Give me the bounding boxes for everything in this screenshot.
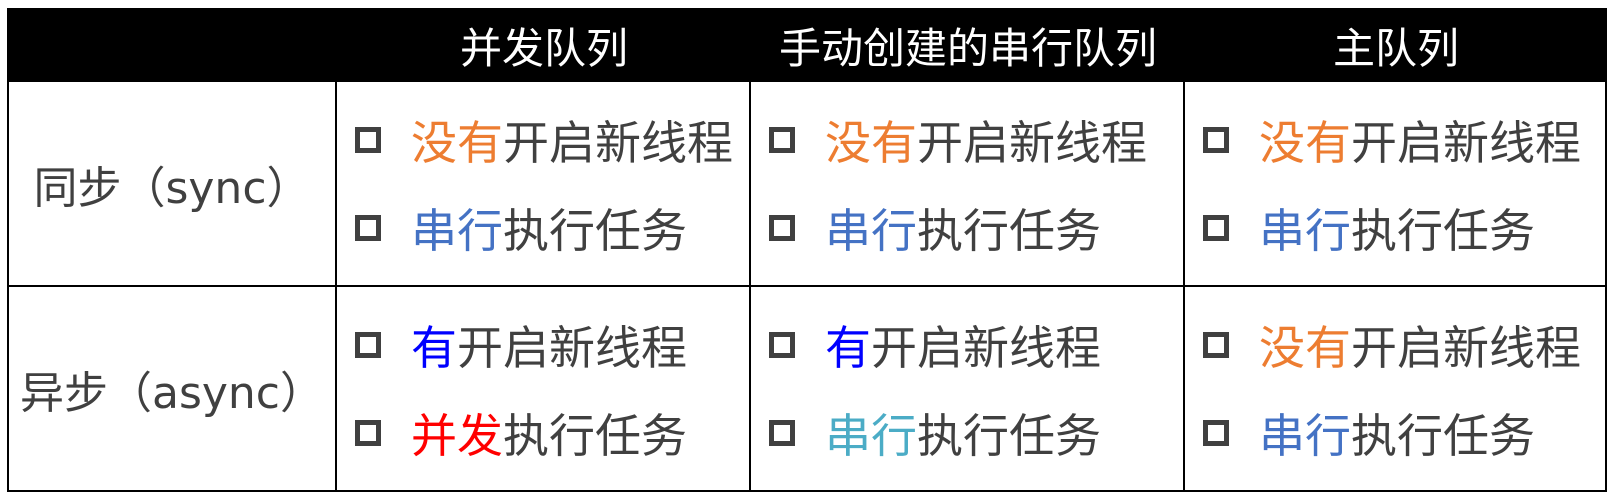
list-item: 有开启新线程 <box>355 312 749 378</box>
header-empty <box>7 8 337 82</box>
highlight-text: 没有 <box>825 115 917 170</box>
item-text: 执行任务 <box>917 203 1101 258</box>
highlight-text: 串行 <box>825 408 917 463</box>
list-item: 串行 执行任务 <box>1203 400 1605 466</box>
list-item: 串行 执行任务 <box>1203 195 1605 261</box>
item-text: 执行任务 <box>1351 408 1535 463</box>
list-item: 没有 开启新线程 <box>769 107 1183 173</box>
item-text: 开启新线程 <box>917 115 1147 170</box>
highlight-text: 没有 <box>411 115 503 170</box>
item-text: 执行任务 <box>503 408 687 463</box>
header-main-queue: 主队列 <box>1185 8 1607 82</box>
list-item: 没有 开启新线程 <box>1203 312 1605 378</box>
item-text: 开启新线程 <box>1351 320 1581 375</box>
square-bullet-icon <box>1203 126 1229 153</box>
header-concurrent-queue: 并发队列 <box>337 8 751 82</box>
list-item: 有开启新线程 <box>769 312 1183 378</box>
square-bullet-icon <box>355 126 381 153</box>
square-bullet-icon <box>355 419 381 446</box>
highlight-text: 没有 <box>1259 115 1351 170</box>
square-bullet-icon <box>1203 214 1229 241</box>
square-bullet-icon <box>769 419 795 446</box>
square-bullet-icon <box>355 331 381 358</box>
item-text: 执行任务 <box>503 203 687 258</box>
header-manual-serial-queue: 手动创建的串行队列 <box>751 8 1185 82</box>
list-item: 串行 执行任务 <box>355 195 749 261</box>
cell-async-main: 没有 开启新线程 串行 执行任务 <box>1185 287 1607 492</box>
list-item: 串行 执行任务 <box>769 400 1183 466</box>
item-text: 开启新线程 <box>503 115 733 170</box>
list-item: 并发 执行任务 <box>355 400 749 466</box>
item-text: 执行任务 <box>917 408 1101 463</box>
cell-sync-concurrent: 没有 开启新线程 串行 执行任务 <box>337 82 751 287</box>
square-bullet-icon <box>1203 331 1229 358</box>
cell-sync-manual-serial: 没有 开启新线程 串行 执行任务 <box>751 82 1185 287</box>
square-bullet-icon <box>769 331 795 358</box>
item-text: 开启新线程 <box>1351 115 1581 170</box>
square-bullet-icon <box>1203 419 1229 446</box>
comparison-table: 并发队列 手动创建的串行队列 主队列 同步（sync） 没有 开启新线程 串行 执行… <box>7 8 1607 492</box>
item-text: 开启新线程 <box>871 320 1101 375</box>
item-text: 开启新线程 <box>457 320 687 375</box>
highlight-text: 串行 <box>411 203 503 258</box>
square-bullet-icon <box>355 214 381 241</box>
item-text: 执行任务 <box>1351 203 1535 258</box>
highlight-text: 有 <box>411 320 457 375</box>
cell-async-manual-serial: 有开启新线程 串行 执行任务 <box>751 287 1185 492</box>
row-label-sync: 同步（sync） <box>7 82 337 287</box>
cell-sync-main: 没有 开启新线程 串行 执行任务 <box>1185 82 1607 287</box>
square-bullet-icon <box>769 126 795 153</box>
highlight-text: 串行 <box>825 203 917 258</box>
list-item: 串行 执行任务 <box>769 195 1183 261</box>
square-bullet-icon <box>769 214 795 241</box>
highlight-text: 串行 <box>1259 408 1351 463</box>
highlight-text: 并发 <box>411 408 503 463</box>
list-item: 没有 开启新线程 <box>355 107 749 173</box>
row-label-async: 异步（async） <box>7 287 337 492</box>
highlight-text: 没有 <box>1259 320 1351 375</box>
highlight-text: 串行 <box>1259 203 1351 258</box>
cell-async-concurrent: 有开启新线程 并发 执行任务 <box>337 287 751 492</box>
list-item: 没有 开启新线程 <box>1203 107 1605 173</box>
highlight-text: 有 <box>825 320 871 375</box>
